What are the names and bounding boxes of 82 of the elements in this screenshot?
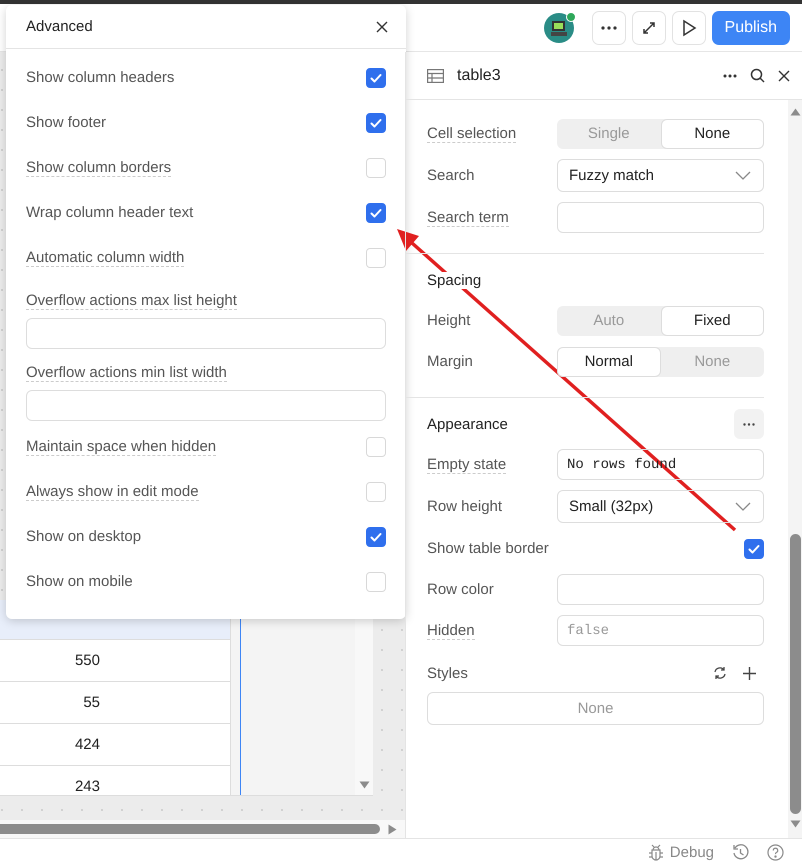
table-cell: 550 [74,652,100,669]
check-icon [370,118,382,127]
segment-option[interactable]: None [660,118,764,148]
input-field[interactable] [557,574,764,605]
bug-icon [648,844,664,861]
scrollbar-thumb[interactable] [0,824,380,834]
expand-icon [640,20,657,36]
field-label: Row height [427,498,502,515]
popover-title: Advanced [26,18,93,35]
select-field[interactable]: Fuzzy match [557,159,764,192]
check-icon [370,208,382,217]
history-icon[interactable] [732,844,749,861]
option-label: Wrap column header text [26,204,194,221]
dots-icon [743,422,755,426]
section-title: Spacing [427,272,482,288]
panel-title: table3 [457,66,502,84]
search-icon[interactable] [750,68,765,83]
expand-button[interactable] [632,10,666,44]
section-title: Appearance [427,416,508,432]
checkbox[interactable] [366,526,386,546]
option-label: Overflow actions max list height [26,292,237,310]
field-label: Margin [427,353,473,370]
field-label: Row color [427,581,494,598]
chevron-icon [735,502,751,512]
input-field[interactable] [26,318,386,349]
checkbox[interactable] [744,538,764,558]
check-icon [748,544,760,553]
field-label: Cell selection [427,124,516,142]
field-label: Height [427,312,470,329]
option-label: Maintain space when hidden [26,438,216,456]
field-label: Hidden [427,622,475,640]
avatar[interactable] [544,12,574,42]
scroll-down-icon[interactable] [790,820,800,828]
option-label: Show on desktop [26,528,142,545]
scroll-down-icon[interactable] [358,781,370,789]
publish-button[interactable]: Publish [712,10,790,44]
input-field[interactable] [26,390,386,421]
more-icon[interactable] [723,74,737,78]
segment-option[interactable]: Auto [557,306,660,336]
checkbox[interactable] [366,202,386,222]
play-icon [680,18,697,36]
styles-field[interactable]: None [427,692,764,725]
option-label: Overflow actions min list width [26,364,227,382]
check-icon [370,532,382,541]
close-icon[interactable] [778,70,790,82]
select-field[interactable]: Small (32px) [557,490,764,523]
dots-icon [600,26,617,30]
table-icon [427,68,444,82]
add-icon[interactable] [743,666,756,680]
checkbox[interactable] [366,112,386,132]
segment-option[interactable]: Single [557,118,660,148]
option-label: Show on mobile [26,573,133,590]
scrollbar-thumb[interactable] [790,534,800,814]
input-field[interactable] [557,202,764,233]
preview-button[interactable] [672,10,706,44]
option-label: Show column borders [26,158,172,176]
segment-option[interactable]: Fixed [660,306,764,336]
field-label: Show table border [427,540,549,557]
table-cell: 243 [74,778,100,795]
option-label: Show column headers [26,69,174,86]
scroll-up-icon[interactable] [790,108,800,116]
more-button[interactable] [592,10,626,44]
segment-option[interactable]: Normal [557,346,660,376]
field-label: Search term [427,208,509,226]
option-label: Show footer [26,114,106,131]
field-label: Styles [427,664,468,682]
close-icon[interactable] [376,20,388,32]
refresh-icon[interactable] [713,666,727,680]
field-label: Empty state [427,456,506,474]
help-icon[interactable] [767,844,784,861]
table-cell: 55 [83,694,100,711]
option-label: Automatic column width [26,248,184,266]
option-label: Always show in edit mode [26,482,199,500]
code-field[interactable]: false [557,615,764,646]
scroll-right-icon[interactable] [388,824,397,834]
check-icon [370,74,382,82]
table-cell: 424 [74,736,100,753]
segment-option[interactable]: None [660,346,764,376]
checkbox[interactable] [366,68,386,88]
debug-button[interactable]: Debug [648,844,714,861]
chevron-icon [735,170,751,180]
field-label: Search [427,167,475,184]
